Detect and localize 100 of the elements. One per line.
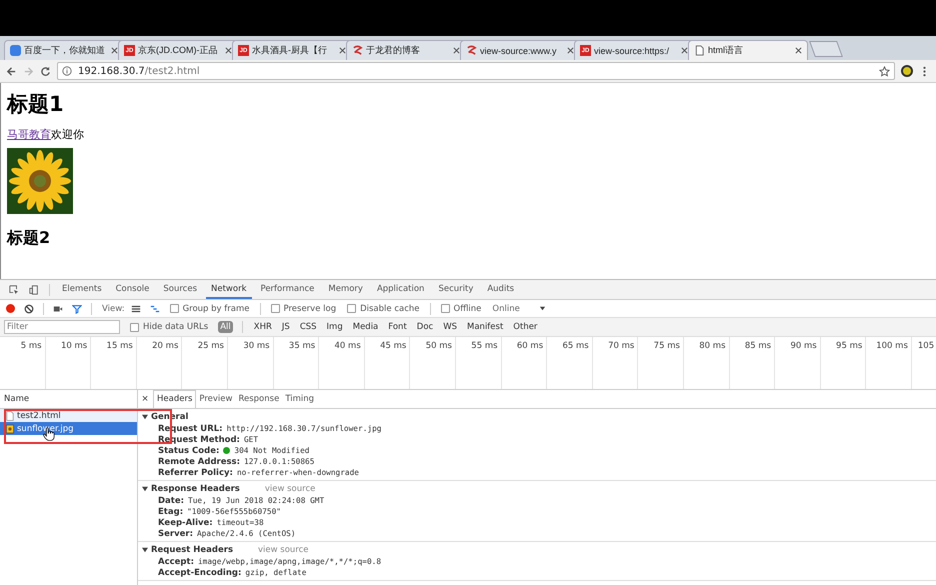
header-name: Referrer Policy: xyxy=(158,468,233,478)
time-tick: 35 ms xyxy=(274,337,320,389)
time-tick: 25 ms xyxy=(182,337,228,389)
header-name: Server: xyxy=(158,528,193,538)
time-tick: 65 ms xyxy=(547,337,593,389)
type-filter[interactable]: XHR xyxy=(252,321,274,333)
option-checkbox[interactable]: Preserve log xyxy=(270,304,336,314)
close-tab-icon[interactable] xyxy=(111,47,118,54)
page-heading: 标题1 xyxy=(7,91,65,117)
devtools-tab[interactable]: Audits xyxy=(482,280,520,299)
time-tick: 105 xyxy=(916,340,936,353)
expanded-triangle-icon[interactable] xyxy=(142,547,148,553)
header-name: Accept-Encoding: xyxy=(158,568,242,578)
type-filter[interactable]: Doc xyxy=(414,321,436,333)
close-tab-icon[interactable] xyxy=(339,47,346,54)
blog-logo-icon xyxy=(466,45,477,56)
list-view-icon[interactable] xyxy=(130,304,141,314)
detail-tab[interactable]: Headers xyxy=(153,390,196,408)
type-filter[interactable]: Other xyxy=(511,321,540,333)
type-filter[interactable]: JS xyxy=(280,321,292,333)
time-tick: 5 ms xyxy=(0,337,46,389)
caret-icon[interactable] xyxy=(538,305,546,312)
devtools-tab[interactable]: Memory xyxy=(323,280,368,299)
time-tick: 50 ms xyxy=(410,337,456,389)
option-checkbox[interactable]: Group by frame xyxy=(170,304,250,314)
extension-icon[interactable] xyxy=(901,65,913,77)
clear-icon[interactable] xyxy=(24,304,34,314)
expanded-triangle-icon[interactable] xyxy=(142,486,148,492)
section-title[interactable]: Request Headers xyxy=(151,545,234,555)
time-tick: 70 ms xyxy=(592,337,638,389)
filter-field[interactable]: Filter xyxy=(4,320,120,334)
camera-icon[interactable] xyxy=(53,304,63,314)
request-row[interactable]: sunflower.jpg xyxy=(0,422,137,435)
header-name: Accept: xyxy=(158,556,194,566)
page-link[interactable]: 马哥教育 xyxy=(7,128,51,141)
time-tick: 85 ms xyxy=(730,337,776,389)
inspect-icon[interactable] xyxy=(9,284,19,294)
close-tab-icon[interactable] xyxy=(681,47,688,54)
close-tab-icon[interactable] xyxy=(567,47,574,54)
time-tick: 40 ms xyxy=(319,337,365,389)
section-title[interactable]: Response Headers xyxy=(151,484,240,494)
devtools-tab[interactable]: Console xyxy=(110,280,154,299)
time-tick: 100 ms xyxy=(866,337,912,389)
detail-tab[interactable]: Preview xyxy=(196,390,236,408)
header-name: Remote Address: xyxy=(158,456,240,466)
header-name: Keep-Alive: xyxy=(158,518,213,528)
record-icon[interactable] xyxy=(6,304,15,313)
time-tick: 75 ms xyxy=(638,337,684,389)
browser-tab[interactable]: html语言 xyxy=(688,40,808,60)
bookmark-star-icon[interactable] xyxy=(879,66,890,76)
time-tick: 10 ms xyxy=(46,337,92,389)
throttling-select[interactable]: Online xyxy=(492,304,520,314)
type-filter[interactable]: Img xyxy=(324,321,345,333)
devtools-tab[interactable]: Elements xyxy=(57,280,107,299)
type-filter[interactable]: Manifest xyxy=(465,321,506,333)
time-tick: 60 ms xyxy=(502,337,548,389)
expanded-triangle-icon[interactable] xyxy=(142,414,148,420)
type-filter[interactable]: Font xyxy=(386,321,409,333)
address-field[interactable]: 192.168.30.7/test2.html xyxy=(57,62,895,80)
blog-logo-icon xyxy=(352,45,363,56)
time-tick: 80 ms xyxy=(684,337,730,389)
view-label: View: xyxy=(102,304,125,314)
devtools-tab[interactable]: Security xyxy=(433,280,478,299)
time-tick: 45 ms xyxy=(364,337,410,389)
type-filter[interactable]: CSS xyxy=(298,321,319,333)
view-source-link[interactable]: view source xyxy=(264,484,316,494)
document-icon xyxy=(694,45,705,56)
detail-tab[interactable]: Timing xyxy=(282,390,318,408)
image-file-icon xyxy=(6,424,14,434)
option-checkbox[interactable]: Disable cache xyxy=(347,304,420,314)
view-source-link[interactable]: view source xyxy=(258,545,309,555)
devtools-tab[interactable]: Performance xyxy=(256,280,320,299)
waterfall-icon[interactable] xyxy=(150,304,160,314)
close-icon[interactable]: × xyxy=(140,394,150,404)
time-tick: 55 ms xyxy=(456,337,502,389)
detail-tab[interactable]: Response xyxy=(235,390,282,408)
device-toolbar-icon[interactable] xyxy=(29,284,39,294)
welcome-text: 欢迎你 xyxy=(51,128,84,141)
reload-icon[interactable] xyxy=(40,66,51,76)
header-name: Etag: xyxy=(158,506,184,516)
type-filter[interactable]: All xyxy=(218,321,233,333)
close-tab-icon[interactable] xyxy=(225,47,232,54)
name-column-header: Name xyxy=(0,390,137,409)
type-filter[interactable]: WS xyxy=(441,321,460,333)
filter-icon[interactable] xyxy=(72,304,82,314)
back-icon[interactable] xyxy=(6,66,17,76)
option-checkbox[interactable]: Offline xyxy=(440,304,482,314)
devtools-tab[interactable]: Network xyxy=(206,280,252,299)
time-tick: 95 ms xyxy=(820,337,866,389)
type-filter[interactable]: Media xyxy=(350,321,380,333)
time-tick: 90 ms xyxy=(775,337,821,389)
devtools-tab[interactable]: Sources xyxy=(158,280,202,299)
header-name: Status Code: xyxy=(158,446,220,456)
hide-data-urls-checkbox[interactable]: Hide data URLs xyxy=(130,322,208,332)
close-tab-icon[interactable] xyxy=(453,47,460,54)
devtools-tab[interactable]: Application xyxy=(372,280,430,299)
close-tab-icon[interactable] xyxy=(795,47,802,54)
info-icon xyxy=(62,66,72,76)
document-icon xyxy=(6,410,14,420)
header-name: Date: xyxy=(158,496,184,506)
